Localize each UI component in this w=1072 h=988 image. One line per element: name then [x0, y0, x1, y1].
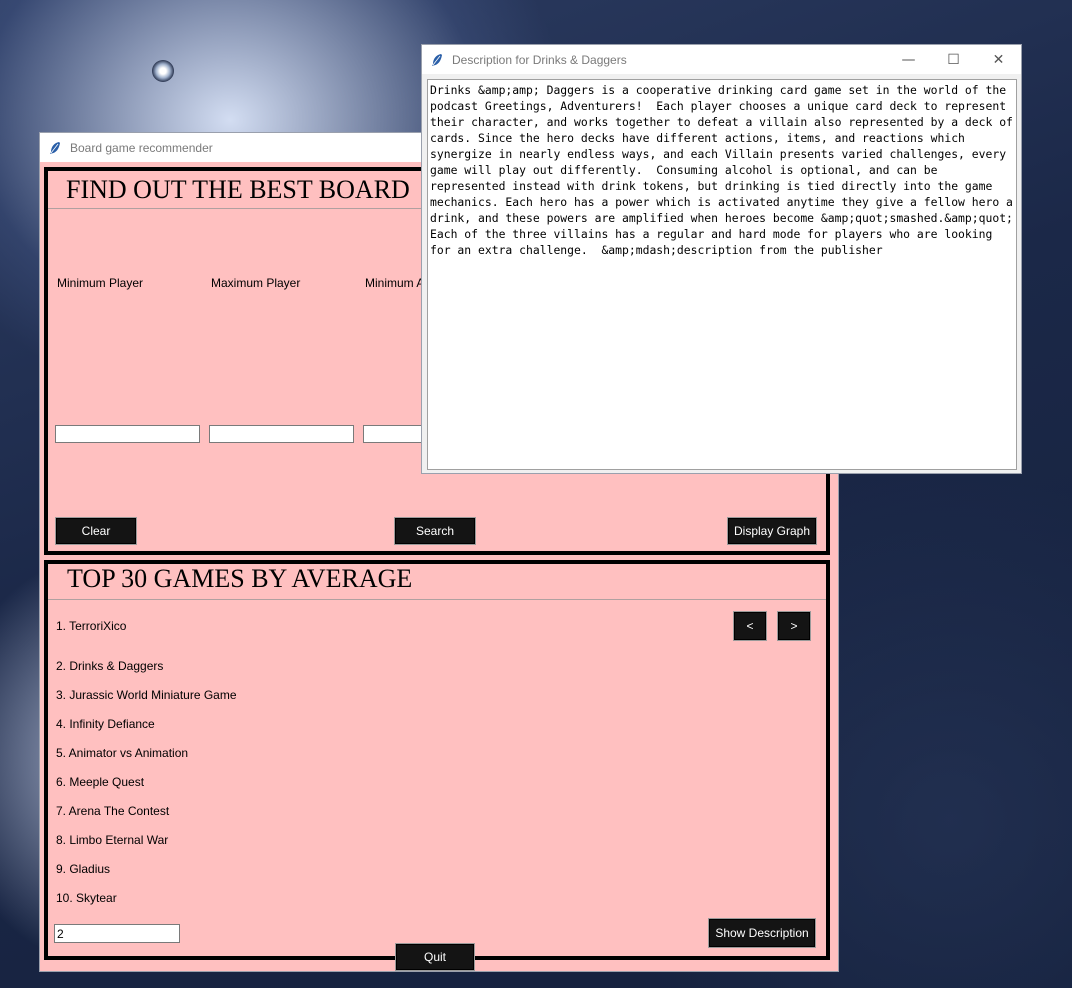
search-button[interactable]: Search: [394, 517, 476, 545]
game-list-item[interactable]: 6. Meeple Quest: [56, 775, 144, 789]
max-player-input[interactable]: [209, 425, 354, 443]
display-graph-button[interactable]: Display Graph: [727, 517, 817, 545]
top-games-divider: [48, 599, 826, 600]
max-player-label: Maximum Player: [211, 276, 301, 290]
next-page-button[interactable]: >: [777, 611, 811, 641]
feather-icon: [432, 53, 442, 66]
min-player-label: Minimum Player: [57, 276, 144, 290]
game-list-item[interactable]: 9. Gladius: [56, 862, 110, 876]
description-window: Description for Drinks & Daggers — ☐ ✕ D…: [421, 44, 1022, 474]
top-games-frame: TOP 30 GAMES BY AVERAGE < > 1. TerroriXi…: [44, 560, 830, 960]
clear-button[interactable]: Clear: [55, 517, 137, 545]
min-player-input[interactable]: [55, 425, 200, 443]
desktop-wallpaper-orb: [152, 60, 174, 82]
game-list-item[interactable]: 10. Skytear: [56, 891, 117, 905]
finder-heading: FIND OUT THE BEST BOARD: [66, 175, 410, 204]
feather-icon: [50, 141, 60, 154]
prev-page-button[interactable]: <: [733, 611, 767, 641]
description-window-title: Description for Drinks & Daggers: [452, 52, 627, 67]
show-description-button[interactable]: Show Description: [708, 918, 816, 948]
quit-button[interactable]: Quit: [395, 943, 475, 971]
top-games-heading: TOP 30 GAMES BY AVERAGE: [67, 564, 413, 593]
window-controls: — ☐ ✕: [886, 45, 1021, 74]
game-list-item[interactable]: 8. Limbo Eternal War: [56, 833, 168, 847]
game-list-item[interactable]: 2. Drinks & Daggers: [56, 659, 163, 673]
description-titlebar[interactable]: Description for Drinks & Daggers — ☐ ✕: [422, 45, 1021, 74]
game-list-item[interactable]: 3. Jurassic World Miniature Game: [56, 688, 237, 702]
game-list-item[interactable]: 7. Arena The Contest: [56, 804, 169, 818]
game-selection-input[interactable]: [54, 924, 180, 943]
description-text[interactable]: Drinks &amp;amp; Daggers is a cooperativ…: [427, 79, 1017, 470]
min-age-label: Minimum A: [365, 276, 425, 290]
maximize-icon[interactable]: ☐: [931, 45, 976, 74]
game-list-item[interactable]: 4. Infinity Defiance: [56, 717, 155, 731]
close-icon[interactable]: ✕: [976, 45, 1021, 74]
game-list-item[interactable]: 5. Animator vs Animation: [56, 746, 188, 760]
minimize-icon[interactable]: —: [886, 45, 931, 74]
game-list-item[interactable]: 1. TerroriXico: [56, 619, 126, 633]
main-window-title: Board game recommender: [70, 140, 213, 155]
